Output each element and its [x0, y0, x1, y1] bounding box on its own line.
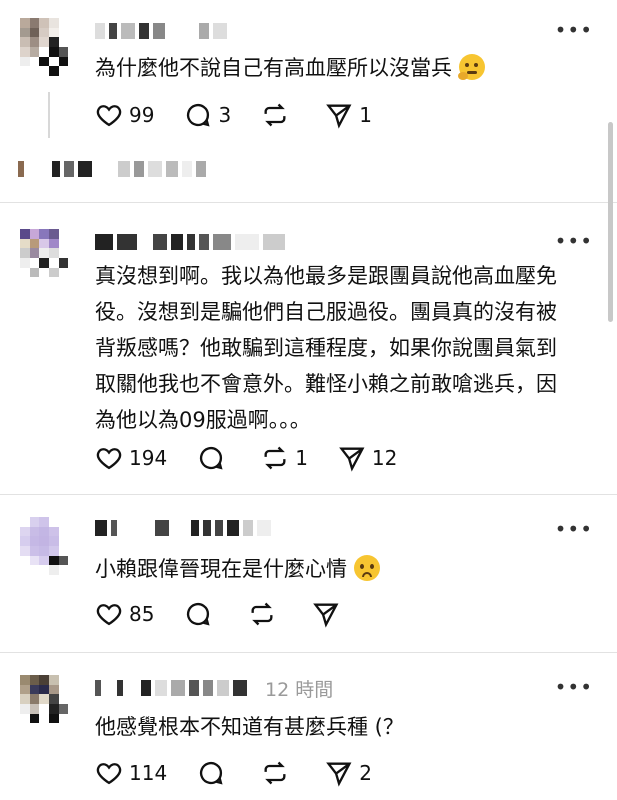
- send-icon: [326, 762, 352, 787]
- repost-icon: [264, 103, 286, 127]
- like-count: 114: [129, 761, 168, 785]
- post-text: 他感覺根本不知道有甚麼兵種 (？: [95, 715, 404, 739]
- comment-icon: [200, 762, 223, 785]
- repost-icon: [264, 761, 286, 785]
- like-count: 99: [129, 103, 155, 127]
- like-button[interactable]: 114: [95, 758, 167, 788]
- like-button[interactable]: 99: [95, 100, 154, 130]
- share-count: 1: [359, 103, 372, 127]
- comment-button[interactable]: [197, 443, 231, 473]
- comment-button[interactable]: [197, 758, 231, 788]
- repost-button[interactable]: 1: [261, 443, 308, 473]
- avatar[interactable]: [20, 18, 78, 76]
- avatar[interactable]: [20, 675, 78, 733]
- share-count: 12: [371, 446, 398, 470]
- like-count: 194: [129, 446, 168, 470]
- share-count: 2: [359, 761, 372, 785]
- avatar[interactable]: [20, 229, 78, 287]
- more-options-icon[interactable]: •••: [555, 517, 593, 541]
- share-button[interactable]: 1: [325, 100, 372, 130]
- like-count: 85: [129, 602, 155, 626]
- more-options-icon[interactable]: •••: [555, 229, 593, 253]
- heart-icon: [96, 448, 122, 470]
- timestamp: 12 時間: [265, 678, 334, 701]
- more-options-icon[interactable]: •••: [555, 18, 593, 42]
- thread-line: [48, 92, 50, 138]
- comment-count: 3: [218, 103, 232, 127]
- heart-icon: [96, 604, 122, 626]
- username-redacted[interactable]: [95, 231, 285, 253]
- post-text: 小賴跟偉晉現在是什麼心情: [95, 551, 577, 587]
- share-button[interactable]: 12: [338, 443, 397, 473]
- comment-icon: [200, 447, 223, 470]
- repost-button[interactable]: [261, 100, 295, 130]
- share-button[interactable]: 2: [325, 758, 372, 788]
- post-actions: 85: [95, 599, 376, 629]
- divider: [0, 652, 617, 653]
- like-button[interactable]: 85: [95, 599, 154, 629]
- send-icon: [339, 447, 365, 472]
- post-text: 為什麼他不說自己有高血壓所以沒當兵: [95, 50, 577, 86]
- comment-button[interactable]: [184, 599, 218, 629]
- send-icon: [313, 603, 339, 628]
- collapsed-reply-redacted[interactable]: [18, 158, 206, 180]
- username-redacted[interactable]: 12 時間: [95, 677, 334, 701]
- like-button[interactable]: 194: [95, 443, 167, 473]
- username-redacted[interactable]: [95, 517, 271, 539]
- avatar[interactable]: [20, 517, 78, 575]
- post-actions: 194 1 12: [95, 443, 427, 473]
- repost-button[interactable]: [261, 758, 295, 788]
- comment-icon: [187, 603, 211, 626]
- repost-icon: [264, 446, 286, 470]
- post-actions: 99 3 1: [95, 100, 402, 130]
- share-button[interactable]: [312, 599, 346, 629]
- more-options-icon[interactable]: •••: [555, 675, 593, 699]
- divider: [0, 494, 617, 495]
- post-actions: 114 2: [95, 758, 402, 788]
- repost-count: 1: [295, 446, 308, 470]
- post-text: 真沒想到啊。我以為他最多是跟團員說他高血壓免 役。沒想到是騙他們自己服過役。團員…: [95, 264, 557, 432]
- repost-icon: [251, 602, 273, 626]
- heart-icon: [96, 105, 122, 127]
- comment-button[interactable]: 3: [184, 100, 231, 130]
- divider: [0, 202, 617, 203]
- heart-icon: [96, 763, 122, 785]
- send-icon: [326, 104, 352, 129]
- worried-face-icon: [353, 555, 380, 581]
- scrollbar[interactable]: [608, 122, 613, 322]
- repost-button[interactable]: [248, 599, 282, 629]
- username-redacted[interactable]: [95, 20, 227, 42]
- thinking-face-icon: [457, 54, 485, 80]
- comment-icon: [187, 104, 211, 127]
